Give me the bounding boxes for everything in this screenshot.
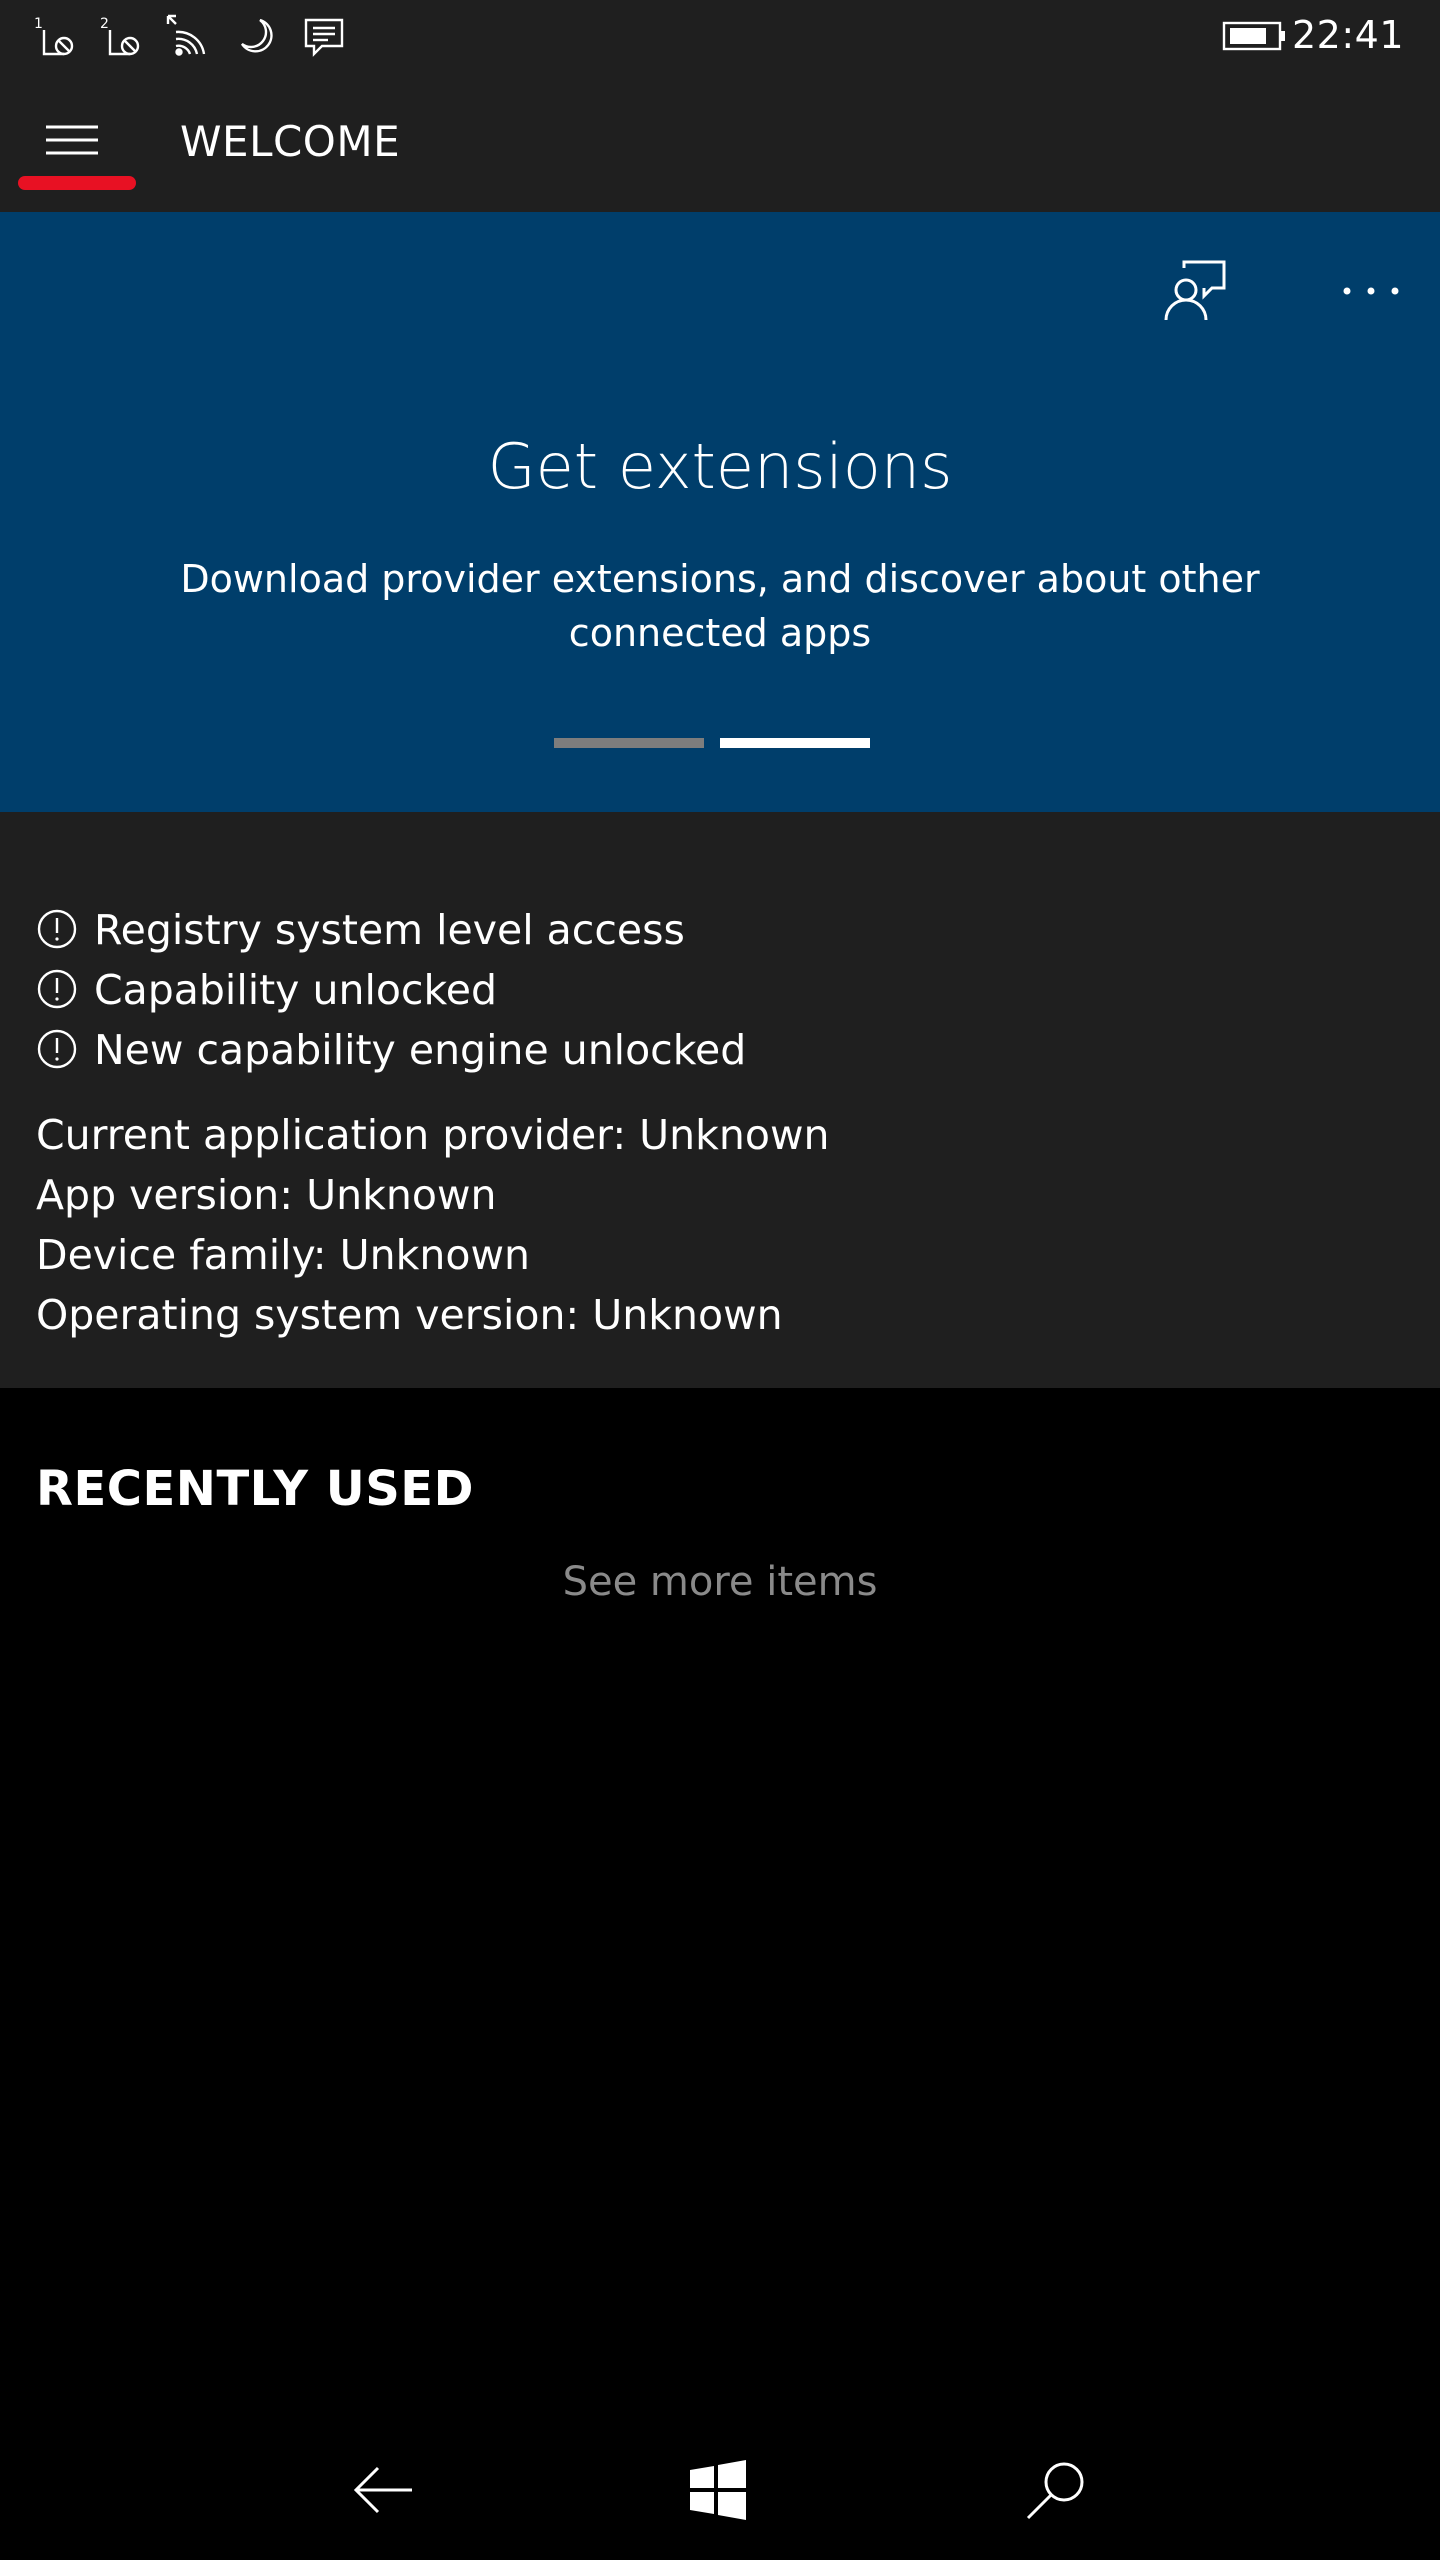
status-time: 22:41 <box>1291 13 1404 57</box>
message-notification-icon <box>302 14 346 58</box>
search-icon <box>1026 2462 1084 2520</box>
warning-item: Capability unlocked <box>36 960 1336 1020</box>
warning-item: Registry system level access <box>36 900 1336 960</box>
app-version-info: App version: Unknown <box>36 1171 497 1219</box>
banner-pager[interactable] <box>554 738 870 750</box>
back-arrow-icon <box>353 2466 412 2514</box>
quiet-hours-moon-icon <box>236 14 280 58</box>
pager-indicator-1[interactable] <box>554 738 704 748</box>
start-button[interactable] <box>668 2440 768 2540</box>
navigation-bar <box>0 2420 1440 2560</box>
banner-title: Get extensions <box>487 430 953 503</box>
extensions-banner[interactable]: Get extensions Download provider extensi… <box>0 212 1440 812</box>
warning-text: Capability unlocked <box>94 966 497 1014</box>
info-section: Registry system level access Capability … <box>0 812 1440 1388</box>
sim1-number: 1 <box>34 16 43 32</box>
recently-used-heading: RECENTLY USED <box>36 1461 474 1517</box>
see-more-items-link[interactable]: See more items <box>0 1552 1440 1612</box>
more-options-button[interactable] <box>1326 246 1416 336</box>
warning-circle-icon <box>36 968 78 1010</box>
sim2-number: 2 <box>100 16 109 32</box>
status-bar: 1 2 22:41 <box>0 0 1440 72</box>
pager-indicator-2[interactable] <box>720 738 870 748</box>
warning-circle-icon <box>36 908 78 950</box>
device-family-info: Device family: Unknown <box>36 1231 530 1279</box>
more-options-icon <box>1343 287 1399 295</box>
warning-text: New capability engine unlocked <box>94 1026 747 1074</box>
banner-description: Download provider extensions, and discov… <box>180 557 1260 655</box>
page-title: WELCOME <box>180 117 401 166</box>
hamburger-menu-button[interactable] <box>18 72 136 196</box>
sim1-no-signal-icon: 1 <box>34 14 78 58</box>
warning-text: Registry system level access <box>94 906 685 954</box>
hamburger-menu-icon <box>46 125 98 155</box>
title-bar: WELCOME <box>0 72 1440 212</box>
search-button[interactable] <box>1006 2440 1106 2540</box>
feedback-person-icon <box>1164 260 1226 321</box>
warning-circle-icon <box>36 1028 78 1070</box>
feedback-button[interactable] <box>1150 246 1240 336</box>
warning-item: New capability engine unlocked <box>36 1020 1336 1080</box>
battery-icon <box>1222 20 1288 52</box>
os-version-info: Operating system version: Unknown <box>36 1291 783 1339</box>
sim2-no-signal-icon: 2 <box>100 14 144 58</box>
windows-start-icon <box>690 2460 746 2520</box>
provider-info: Current application provider: Unknown <box>36 1111 830 1159</box>
menu-focus-indicator <box>18 176 136 190</box>
back-button[interactable] <box>334 2440 434 2540</box>
wifi-icon <box>166 14 210 58</box>
